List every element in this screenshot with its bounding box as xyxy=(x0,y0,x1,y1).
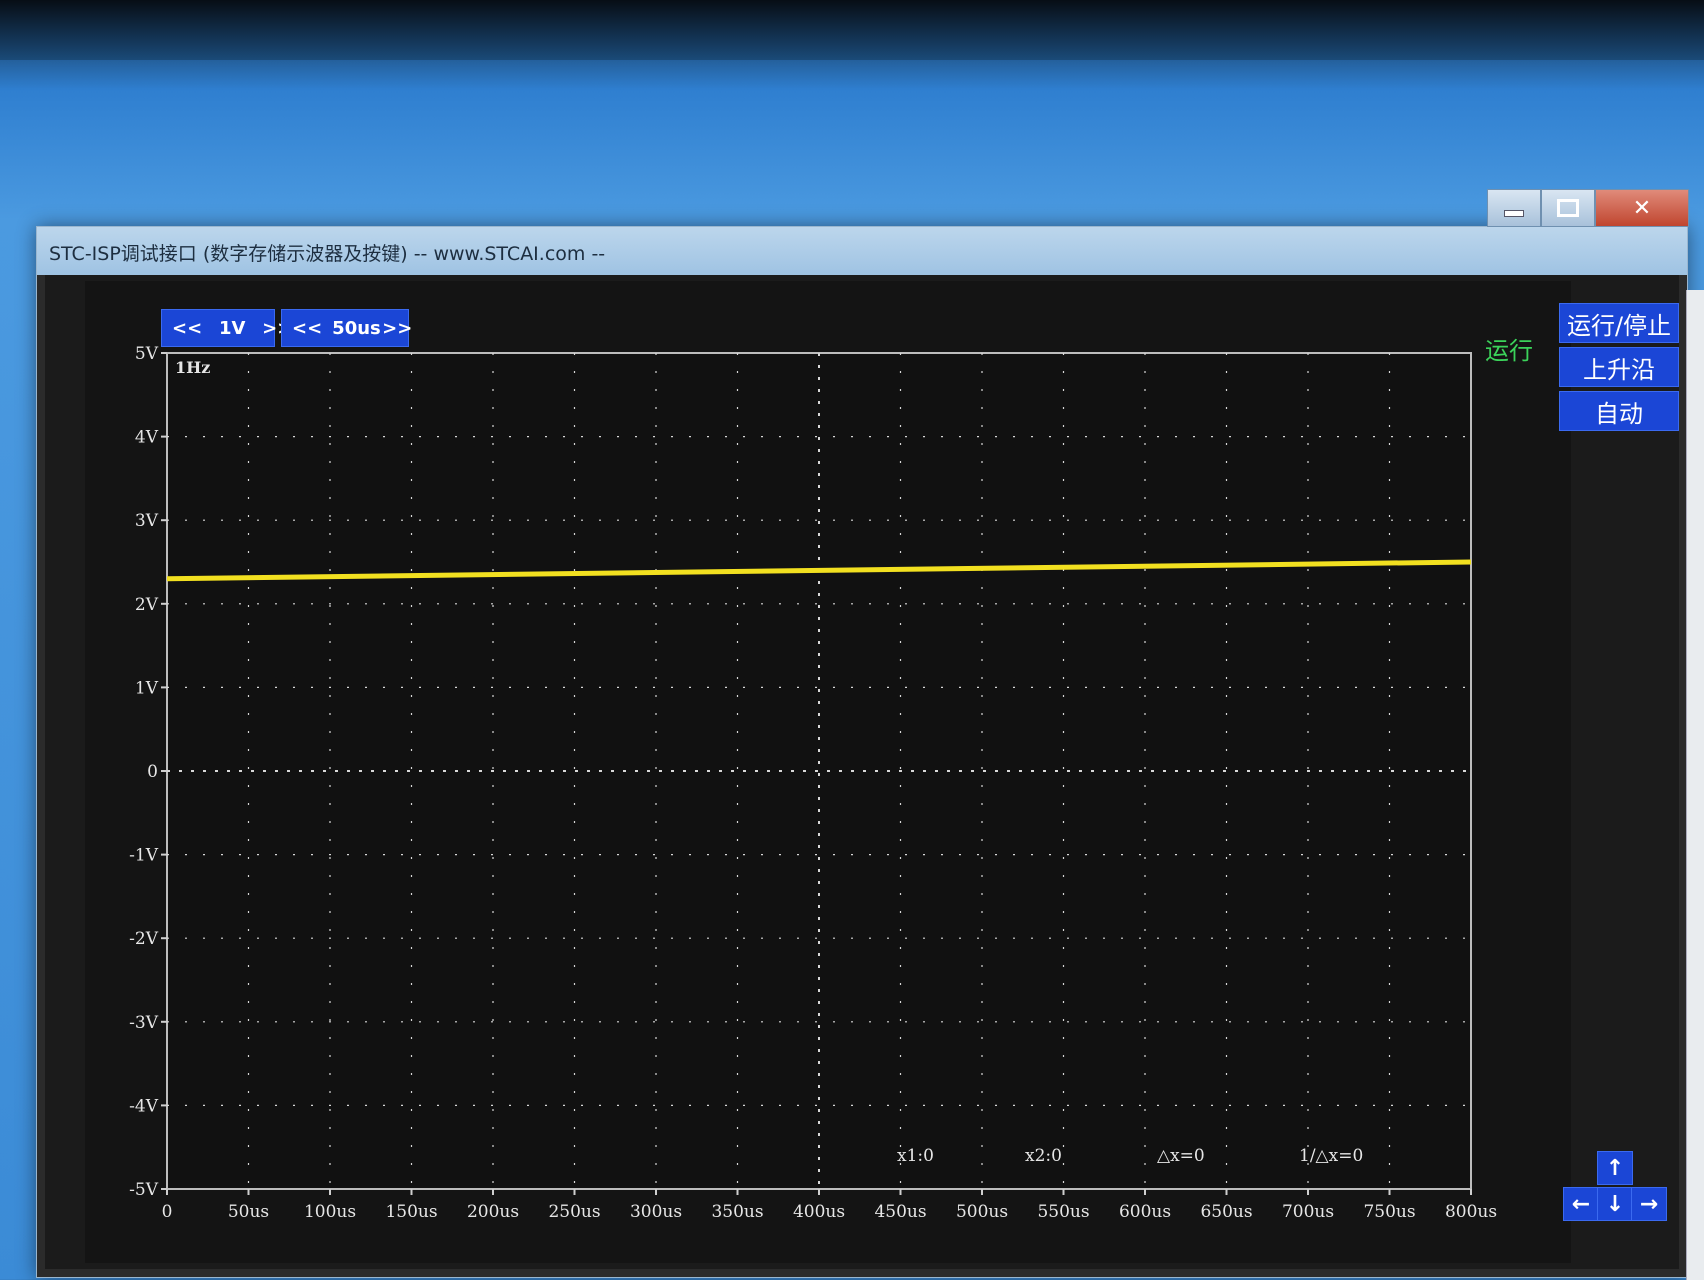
cursor-inv-dx: 1/△x=0 xyxy=(1299,1146,1363,1166)
y-tick-label: 5V xyxy=(135,344,159,364)
x-tick-label: 0 xyxy=(162,1202,173,1222)
x-tick-label: 700us xyxy=(1282,1202,1334,1222)
y-tick-label: 0 xyxy=(147,762,158,782)
maximize-icon xyxy=(1557,199,1579,217)
x-tick-label: 450us xyxy=(874,1202,926,1222)
auto-button[interactable]: 自动 xyxy=(1559,391,1679,431)
scope-area: << 1V >> << 50us >> 5V 4V 3V 2V 1V 0 -1V -2V -3V… xyxy=(85,281,1571,1263)
x-tick-label: 300us xyxy=(630,1202,682,1222)
x-tick-label: 100us xyxy=(304,1202,356,1222)
nav-down-button[interactable]: ↓ xyxy=(1597,1187,1633,1221)
maximize-button[interactable] xyxy=(1541,189,1595,227)
cursor-x2: x2:0 xyxy=(1025,1146,1062,1166)
rising-edge-button[interactable]: 上升沿 xyxy=(1559,347,1679,387)
y-tick-label: 3V xyxy=(135,511,159,531)
scope-plot: 5V4V3V2V1V0-1V-2V-3V-4V-5V0 50us 100us 150u… xyxy=(129,344,1497,1222)
x-tick-label: 200us xyxy=(467,1202,519,1222)
x-tick-label: 250us xyxy=(548,1202,600,1222)
y-tick-label: -3V xyxy=(129,1013,159,1033)
scope-window: STC-ISP调试接口 (数字存储示波器及按键) -- www.STCAI.co… xyxy=(36,189,1689,1278)
x-tick-label: 400us xyxy=(793,1202,845,1222)
y-tick-label: -4V xyxy=(129,1096,159,1116)
x-tick-label: 800us xyxy=(1445,1202,1497,1222)
cursor-x1: x1:0 xyxy=(897,1146,934,1166)
y-tick-label: 2V xyxy=(135,595,159,615)
cursor-dx: △x=0 xyxy=(1157,1146,1205,1166)
close-button[interactable]: ✕ xyxy=(1595,189,1689,227)
x-tick-label: 750us xyxy=(1363,1202,1415,1222)
run-status: 运行 xyxy=(1485,337,1533,365)
x-tick-label: 650us xyxy=(1200,1202,1252,1222)
background-window-edge xyxy=(1686,290,1704,1280)
x-tick-label: 550us xyxy=(1037,1202,1089,1222)
window-controls: ✕ xyxy=(1487,185,1689,227)
nav-left-button[interactable]: ← xyxy=(1563,1187,1599,1221)
y-tick-label: -2V xyxy=(129,929,159,949)
close-icon: ✕ xyxy=(1632,195,1652,221)
minimize-button[interactable] xyxy=(1487,189,1541,227)
nav-right-button[interactable]: → xyxy=(1631,1187,1667,1221)
window-title: STC-ISP调试接口 (数字存储示波器及按键) -- www.STCAI.co… xyxy=(49,243,606,265)
frequency-label: 1Hz xyxy=(175,358,210,377)
x-tick-label: 150us xyxy=(385,1202,437,1222)
y-tick-label: 4V xyxy=(135,428,159,448)
y-tick-label: 1V xyxy=(135,678,159,698)
y-tick-label: -1V xyxy=(129,846,159,866)
minimize-icon xyxy=(1504,209,1524,217)
nav-up-button[interactable]: ↑ xyxy=(1597,1151,1633,1185)
run-stop-button[interactable]: 运行/停止 xyxy=(1559,303,1679,343)
desktop-top-band xyxy=(0,0,1704,60)
window-content: << 1V >> << 50us >> 5V 4V 3V 2V 1V 0 -1V -2V -3V… xyxy=(45,275,1679,1269)
x-tick-label: 600us xyxy=(1119,1202,1171,1222)
x-tick-label: 50us xyxy=(228,1202,269,1222)
title-bar[interactable]: STC-ISP调试接口 (数字存储示波器及按键) -- www.STCAI.co… xyxy=(37,227,1687,275)
x-tick-label: 350us xyxy=(711,1202,763,1222)
y-tick-label: -5V xyxy=(129,1180,159,1200)
x-tick-label: 500us xyxy=(956,1202,1008,1222)
